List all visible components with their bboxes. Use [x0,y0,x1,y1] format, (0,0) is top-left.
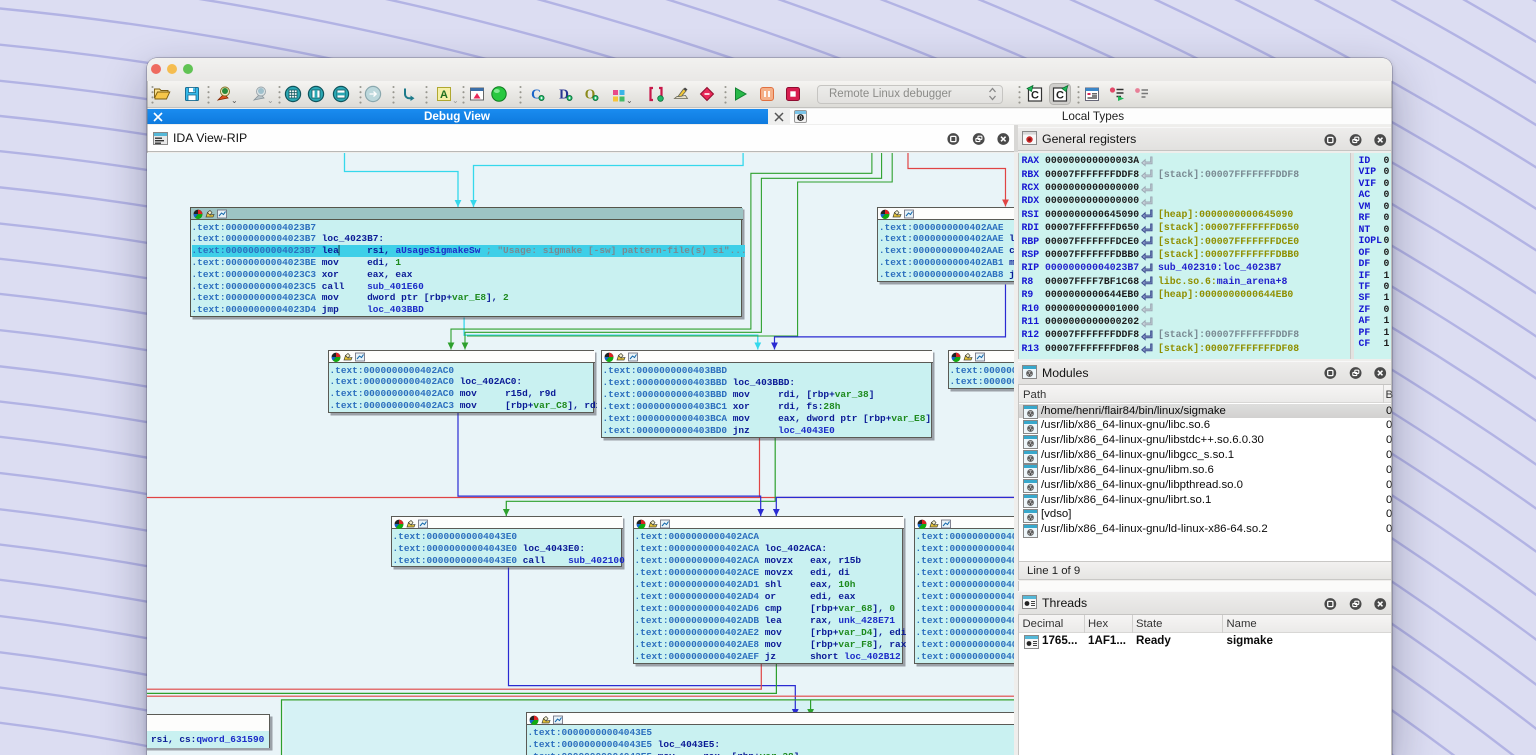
svg-text:C: C [1056,90,1064,102]
svg-text:0: 0 [799,115,803,122]
svg-text:A: A [440,89,448,101]
svg-text:C: C [1031,90,1039,102]
